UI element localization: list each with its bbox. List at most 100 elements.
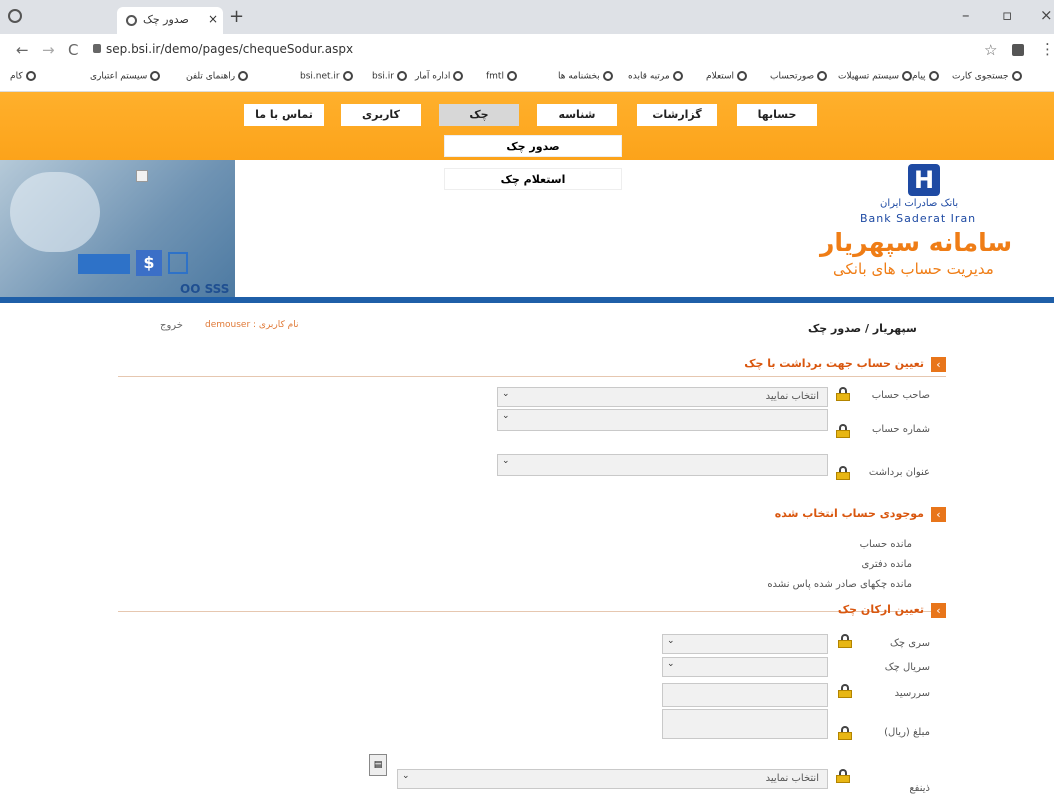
url-field[interactable]: sep.bsi.ir/demo/pages/chequeSodur.aspx <box>106 42 353 56</box>
bookmark-item[interactable]: bsi.net.ir <box>300 71 353 82</box>
bookmark-item[interactable]: پیام <box>912 71 939 82</box>
bookmark-item[interactable]: bsi.ir <box>372 71 407 82</box>
globe-icon <box>342 71 353 81</box>
globe-icon <box>238 71 249 81</box>
browser-menu-icon[interactable] <box>8 9 22 23</box>
bookmark-item[interactable]: اداره آمار <box>415 71 464 82</box>
section-title: تعیین ارکان چک <box>837 603 924 616</box>
close-window-icon[interactable]: × <box>1040 6 1053 24</box>
tab-close-icon[interactable]: × <box>208 12 218 26</box>
chevron-down-icon: ⌄ <box>667 636 675 646</box>
broken-image-icon <box>136 170 148 182</box>
section-cheque-details: ‹ تعیین ارکان چک <box>600 601 946 621</box>
dollar-icon: $ <box>136 250 162 276</box>
breadcrumb: سپهریار / صدور چک <box>808 322 917 335</box>
bank-logo-icon: H <box>908 164 940 196</box>
bookmark-item[interactable]: سیستم اعتباری <box>90 71 161 82</box>
cheque-series-select[interactable]: ⌄ <box>662 634 828 654</box>
account-number-select[interactable]: ⌄ <box>497 409 828 431</box>
bookmark-item[interactable]: کام <box>10 71 36 82</box>
browser-more-icon[interactable]: ⋮ <box>1040 40 1054 58</box>
bookmark-item[interactable]: صورتحساب <box>770 71 828 82</box>
balance-row-label: مانده چکهای صادر شده پاس نشده <box>767 579 912 590</box>
main-content: سپهریار / صدور چک نام کاربری : demouser … <box>0 303 1054 811</box>
browser-tab[interactable]: صدور چک × <box>117 7 223 34</box>
balance-row-label: مانده دفتری <box>861 559 912 570</box>
logout-link[interactable]: خروج <box>160 320 183 331</box>
bookmark-item[interactable]: سیستم تسهیلات <box>838 71 913 82</box>
withdrawal-title-select[interactable]: ⌄ <box>497 454 828 476</box>
globe-icon <box>25 71 36 81</box>
chevron-down-icon: ⌄ <box>402 771 410 781</box>
bank-name-en: Bank Saderat Iran <box>860 212 977 225</box>
maximize-icon[interactable]: ▫ <box>1002 6 1012 24</box>
new-tab-button[interactable]: + <box>229 6 244 27</box>
section-arrow-icon: ‹ <box>931 357 946 372</box>
bookmark-star-icon[interactable]: ☆ <box>984 41 997 59</box>
bookmark-item[interactable]: جستجوی کارت <box>952 71 1022 82</box>
system-name: سامانه سپهریار <box>820 228 1013 257</box>
menu-user[interactable]: کاربری <box>341 104 421 126</box>
globe-icon <box>602 71 613 81</box>
back-icon[interactable]: ← <box>16 41 29 59</box>
bookmark-item[interactable]: fmtl <box>486 71 517 82</box>
sss-text: OO SSS <box>180 282 230 296</box>
tab-title: صدور چک <box>143 13 189 26</box>
section-title: تعیین حساب جهت برداشت با چک <box>744 357 924 370</box>
bookmark-item[interactable]: مرتبه قابده <box>628 71 683 82</box>
due-date-input[interactable] <box>662 683 828 707</box>
globe-icon <box>150 71 161 81</box>
grid-icon <box>168 252 188 274</box>
field-label: صاحب حساب <box>871 390 930 401</box>
globe-icon <box>672 71 683 81</box>
globe-icon <box>817 71 828 81</box>
system-subtitle: مدیریت حساب های بانکی <box>833 260 994 278</box>
bookmark-item[interactable]: استعلام <box>706 71 748 82</box>
section-title: موجودی حساب انتخاب شده <box>774 507 924 520</box>
reload-icon[interactable]: C <box>68 41 78 59</box>
field-label: مبلغ (ریال) <box>884 727 930 738</box>
menu-accounts[interactable]: حسابها <box>737 104 817 126</box>
dropdown-issue-cheque[interactable]: صدور چک <box>444 135 622 157</box>
menu-contact[interactable]: تماس با ما <box>244 104 324 126</box>
bank-name-fa: بانک صادرات ایران <box>880 198 959 209</box>
menu-reports[interactable]: گزارشات <box>637 104 717 126</box>
section-balance: ‹ موجودی حساب انتخاب شده <box>600 505 946 525</box>
extension-icon[interactable] <box>1012 44 1024 56</box>
section-arrow-icon: ‹ <box>931 603 946 618</box>
minimize-icon[interactable]: – <box>962 6 970 24</box>
amount-input[interactable] <box>662 709 828 739</box>
cheque-serial-select[interactable]: ⌄ <box>662 657 828 677</box>
username-label: نام کاربری : demouser <box>205 320 299 330</box>
hand-graphic <box>10 172 100 252</box>
menu-identifier[interactable]: شناسه <box>537 104 617 126</box>
lock-icon <box>93 44 101 53</box>
lock-icon <box>836 424 850 438</box>
beneficiary-list-icon[interactable]: ▤ <box>369 754 387 776</box>
globe-icon <box>396 71 407 81</box>
chevron-down-icon: ⌄ <box>502 389 510 399</box>
forward-icon[interactable]: → <box>42 41 55 59</box>
globe-icon <box>506 71 517 81</box>
beneficiary-select[interactable]: انتخاب نمایید ⌄ <box>397 769 828 789</box>
globe-icon <box>453 71 464 81</box>
lock-icon <box>838 634 852 648</box>
balance-row-label: مانده حساب <box>859 539 912 550</box>
banner-image: $ OO SSS <box>0 160 235 297</box>
lock-icon <box>836 466 850 480</box>
field-label: ذینفع <box>909 783 930 794</box>
menu-cheque[interactable]: چک <box>439 104 519 126</box>
globe-icon <box>737 71 748 81</box>
account-owner-select[interactable]: انتخاب نمایید ⌄ <box>497 387 828 407</box>
lock-icon <box>836 769 850 783</box>
bookmark-item[interactable]: راهنمای تلفن <box>186 71 249 82</box>
bookmark-item[interactable]: بخشنامه ها <box>558 71 613 82</box>
field-label: سری چک <box>889 638 930 649</box>
section-arrow-icon: ‹ <box>931 507 946 522</box>
lock-icon <box>838 684 852 698</box>
globe-icon <box>928 71 939 81</box>
field-label: شماره حساب <box>871 424 930 435</box>
chart-bars-icon <box>78 254 130 274</box>
globe-icon <box>902 71 913 81</box>
dropdown-inquiry-cheque[interactable]: استعلام چک <box>444 168 622 190</box>
